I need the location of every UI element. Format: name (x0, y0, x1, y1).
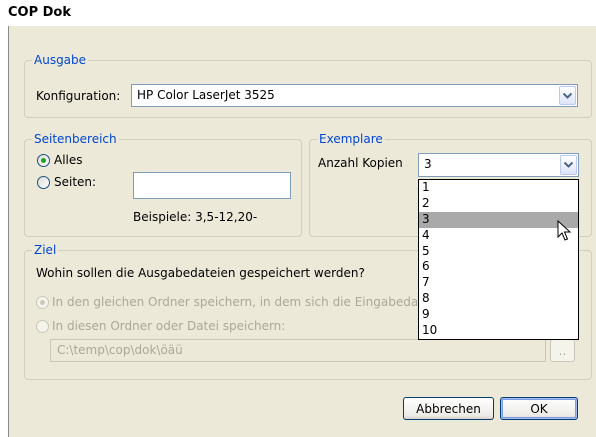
dropdown-option[interactable]: 2 (419, 196, 578, 212)
ziel-question: Wohin sollen die Ausgabedateien gespeich… (36, 266, 365, 280)
dropdown-option[interactable]: 6 (419, 259, 578, 275)
same-folder-radio[interactable] (36, 296, 49, 309)
custom-folder-radio[interactable] (36, 320, 49, 333)
seiten-radio[interactable] (37, 176, 50, 189)
alles-radio[interactable] (37, 154, 50, 167)
konfiguration-value: HP Color LaserJet 3525 (137, 88, 275, 102)
anzahl-kopien-dropdown-list[interactable]: 1 2 3 4 5 6 7 8 9 10 (418, 179, 579, 340)
konfiguration-label: Konfiguration: (36, 89, 121, 103)
browse-button[interactable]: .. (550, 339, 575, 362)
anzahl-kopien-dropdown-button[interactable] (560, 155, 577, 175)
konfiguration-dropdown-button[interactable] (559, 86, 576, 105)
anzahl-kopien-value: 3 (424, 157, 432, 171)
konfiguration-select[interactable]: HP Color LaserJet 3525 (131, 84, 578, 107)
exemplare-legend: Exemplare (317, 132, 385, 146)
seitenbereich-legend: Seitenbereich (32, 132, 119, 146)
dropdown-option[interactable]: 3 (419, 211, 578, 228)
ausgabe-legend: Ausgabe (32, 53, 89, 67)
path-input[interactable]: C:\temp\cop\dok\öäü (50, 339, 546, 362)
dropdown-option[interactable]: 10 (419, 323, 578, 339)
cancel-button-label: Abbrechen (416, 401, 481, 416)
window-title: COP Dok (8, 5, 72, 20)
dropdown-option[interactable]: 1 (419, 180, 578, 196)
dropdown-option[interactable]: 8 (419, 291, 578, 307)
ok-button-label: OK (530, 401, 548, 416)
seiten-input[interactable] (133, 172, 291, 199)
same-folder-label[interactable]: In den gleichen Ordner speichern, in dem… (52, 295, 418, 309)
ziel-legend: Ziel (32, 243, 59, 257)
anzahl-kopien-label: Anzahl Kopien (318, 156, 403, 170)
mouse-cursor-icon (557, 220, 571, 241)
title-bar: COP Dok (0, 0, 596, 26)
dropdown-option[interactable]: 9 (419, 307, 578, 323)
chevron-down-icon (563, 92, 572, 99)
dropdown-option[interactable]: 5 (419, 244, 578, 260)
dropdown-option[interactable]: 4 (419, 228, 578, 244)
beispiele-hint: Beispiele: 3,5-12,20- (133, 210, 258, 224)
browse-button-label: .. (558, 343, 567, 358)
seiten-label[interactable]: Seiten: (54, 175, 96, 189)
dropdown-option[interactable]: 7 (419, 275, 578, 291)
anzahl-kopien-select[interactable]: 3 (418, 153, 579, 177)
alles-label[interactable]: Alles (54, 153, 83, 167)
chevron-down-icon (564, 162, 573, 168)
custom-folder-label[interactable]: In diesen Ordner oder Datei speichern: (52, 319, 285, 333)
path-input-value: C:\temp\cop\dok\öäü (57, 343, 183, 357)
ok-button[interactable]: OK (500, 397, 578, 420)
cancel-button[interactable]: Abbrechen (403, 397, 494, 420)
